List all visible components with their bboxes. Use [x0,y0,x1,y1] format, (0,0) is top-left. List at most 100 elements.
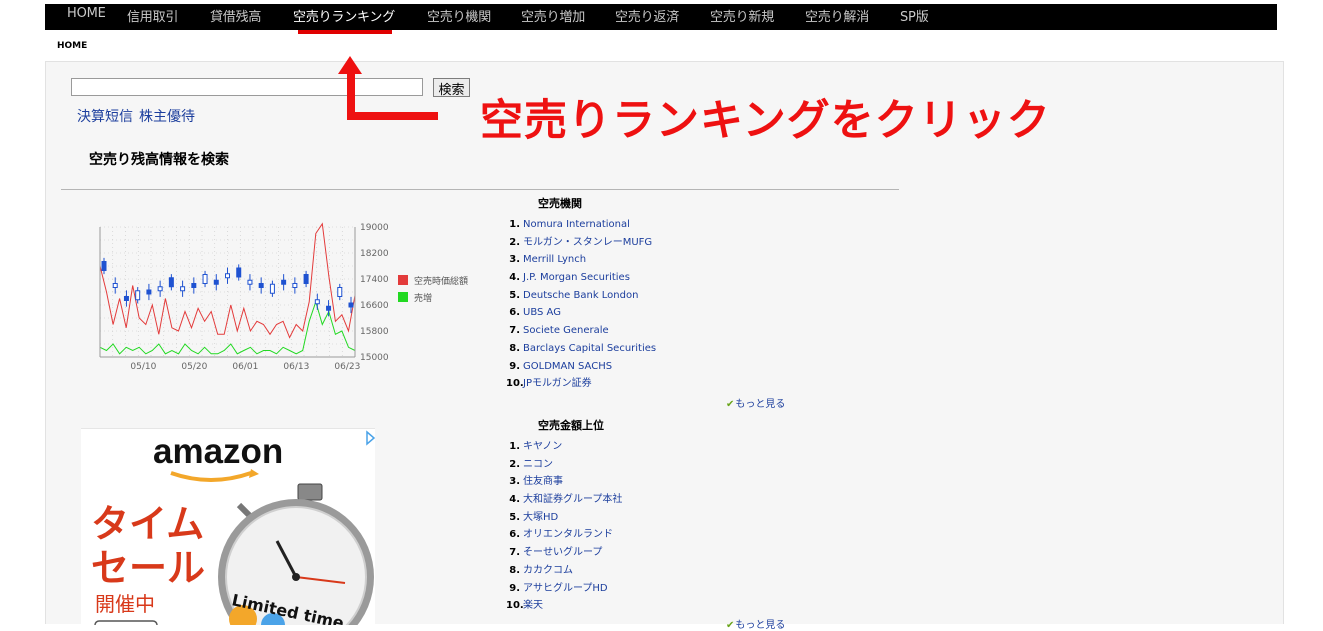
institution-rank-number: 5. [509,289,520,301]
institution-link[interactable]: Nomura International [523,219,630,230]
institution-rank-number: 2. [509,236,520,248]
institution-rank-number: 3. [509,254,520,266]
nav-short-institutions[interactable]: 空売り機関 [427,6,491,25]
institution-link[interactable]: Merrill Lynch [523,254,586,265]
institution-item: 4. J.P. Morgan Securities [506,269,656,287]
top-amount-link[interactable]: そーせいグループ [523,547,602,558]
top-amount-rank-number: 7. [509,547,520,559]
chart-candle [225,273,230,279]
institution-rank-number: 9. [509,360,520,372]
nav-short-cleared[interactable]: 空売り解消 [805,6,869,25]
chart-candle [157,286,163,292]
nav-short-ranking[interactable]: 空売りランキング [293,6,395,25]
chart-y-tick-label: 19000 [360,223,389,233]
nav-home[interactable]: HOME [67,6,106,21]
top-amount-rank-number: 8. [509,564,520,576]
chart-candle [191,283,197,288]
chart-candle [281,279,287,285]
nav-sp-version[interactable]: SP版 [900,6,929,25]
nav-short-repayment[interactable]: 空売り返済 [615,6,679,25]
breadcrumb[interactable]: HOME [57,41,87,51]
top-amount-link[interactable]: カカクコム [523,565,573,576]
top-amount-rank-number: 9. [509,582,520,594]
quick-links: 決算短信 株主優待 [77,106,201,126]
section-title: 空売り残高情報を検索 [89,152,229,168]
chart-candle [236,267,242,278]
chart-candle [303,274,309,284]
institution-link[interactable]: Deutsche Bank London [523,290,638,301]
top-amount-item: 7. そーせいグループ [506,544,622,562]
institution-item: 8. Barclays Capital Securities [506,340,656,358]
institution-link[interactable]: Barclays Capital Securities [523,343,656,354]
chart-candle [202,274,208,284]
institution-item: 9. GOLDMAN SACHS [506,358,656,376]
annotation-arrow-icon [338,56,438,120]
institution-link[interactable]: Societe Generale [523,325,609,336]
nav-lending-balance[interactable]: 貸借残高 [210,6,261,25]
amazon-ad-banner[interactable]: amazon タイム セール 開催中 Limited time [81,428,375,625]
institutions-more-link[interactable]: ✔もっと見る [726,395,785,410]
quick-link-earnings[interactable]: 決算短信 [77,109,133,125]
top-amount-link[interactable]: ニコン [523,459,553,470]
ad-choices-icon [366,430,375,446]
chart-candle [135,290,141,301]
check-icon: ✔ [726,620,735,631]
chart-x-tick-label: 05/10 [130,362,156,372]
chart-y-tick-label: 15800 [360,327,389,337]
search-button[interactable]: 検索 [433,78,470,98]
chart-candle [292,283,298,288]
top-amount-rank-number: 5. [509,511,520,523]
top-amount-link[interactable]: 大塚HD [523,512,558,523]
institutions-heading: 空売機関 [538,197,582,210]
ad-artwork: amazon タイム セール 開催中 Limited time [91,430,375,625]
chart-y-tick-label: 16600 [360,301,389,311]
chart-x-tick-label: 06/23 [334,362,360,372]
institution-item: 10.JPモルガン証券 [506,375,656,393]
chart-candle [180,286,186,292]
institution-link[interactable]: J.P. Morgan Securities [523,272,630,283]
chart-x-tick-label: 06/13 [283,362,309,372]
top-amount-link[interactable]: オリエンタルランド [523,529,613,540]
chart-candle [101,261,107,271]
top-amount-rank-number: 6. [509,529,520,541]
institution-rank-number: 4. [509,272,520,284]
chart-candle [314,299,320,305]
institution-link[interactable]: UBS AG [523,307,561,318]
top-amount-link[interactable]: キヤノン [523,441,562,452]
top-amount-item: 4. 大和証券グループ本社 [506,491,622,509]
chart-x-tick-label: 05/20 [181,362,207,372]
quick-link-shareholder-benefits[interactable]: 株主優待 [139,109,195,125]
chart-candle [269,283,275,294]
nav-short-increase[interactable]: 空売り増加 [521,6,585,25]
svg-text:開催中: 開催中 [95,592,155,616]
institution-link[interactable]: GOLDMAN SACHS [523,361,612,372]
top-amount-item: 6. オリエンタルランド [506,526,622,544]
institution-link[interactable]: JPモルガン証券 [523,378,592,389]
top-amount-rank-number: 2. [509,458,520,470]
section-divider [61,189,899,190]
amazon-logo: amazon [153,432,283,471]
chart-candle [337,287,343,297]
chart-candle [168,277,174,288]
chart-y-tick-label: 18200 [360,249,389,259]
top-amount-item: 8. カカクコム [506,562,622,580]
annotation-callout: 空売りランキングをクリック [480,96,1051,146]
institution-rank-number: 7. [509,325,520,337]
institution-rank-number: 1. [509,219,520,230]
institution-item: 6. UBS AG [506,304,656,322]
nav-margin-trading[interactable]: 信用取引 [127,6,178,25]
top-amount-link[interactable]: 住友商事 [523,476,563,487]
chart-candle [326,305,332,311]
institution-rank-number: 8. [509,342,520,354]
active-tab-underline [298,30,392,34]
top-amount-link[interactable]: 大和証券グループ本社 [523,494,622,505]
top-navigation-bar: HOME 信用取引 貸借残高 空売りランキング 空売り機関 空売り増加 空売り返… [45,4,1277,34]
institution-item: 5. Deutsche Bank London [506,287,656,305]
chart-candle [112,283,118,288]
institution-link[interactable]: モルガン・スタンレーMUFG [523,237,652,248]
top-amount-link[interactable]: 楽天 [523,600,543,611]
top-amount-rank-number: 1. [509,441,520,452]
nav-short-new[interactable]: 空売り新規 [710,6,774,25]
top-amount-link[interactable]: アサヒグループHD [523,583,608,594]
chart-y-tick-label: 15000 [360,353,389,363]
